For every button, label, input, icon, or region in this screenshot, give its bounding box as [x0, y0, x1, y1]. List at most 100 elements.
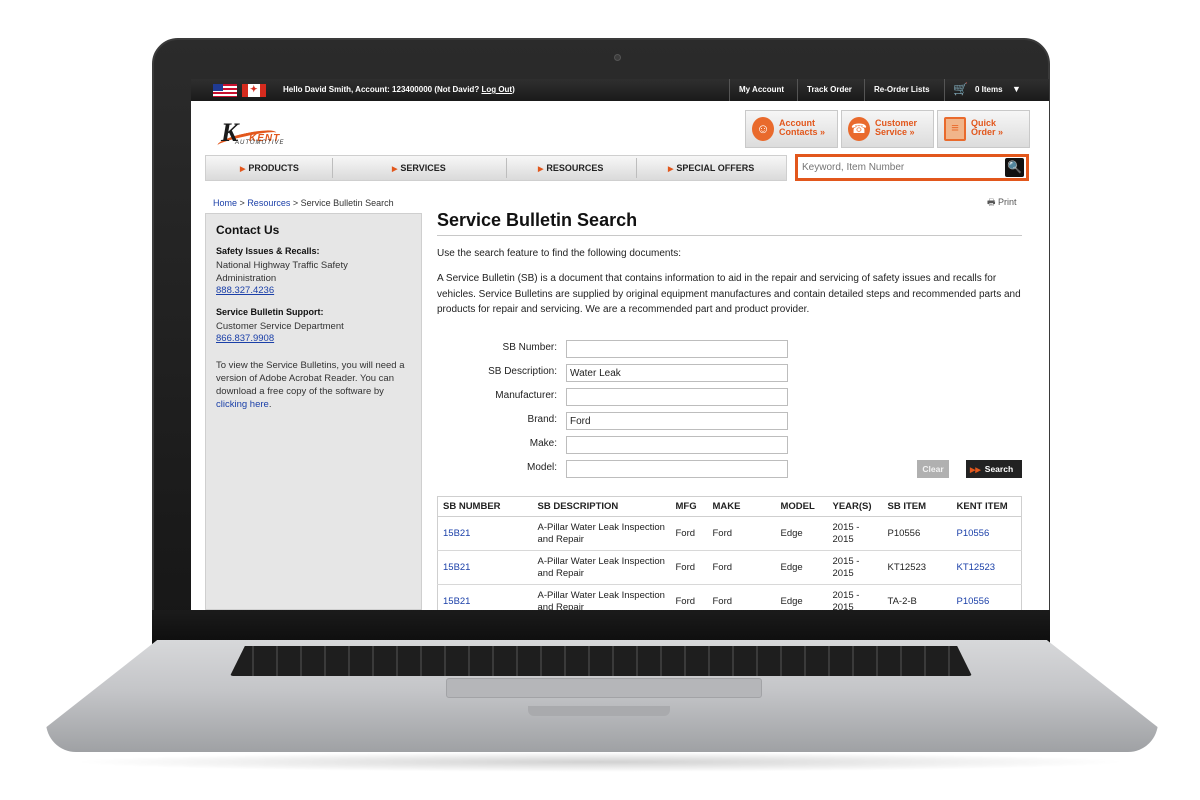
column-header[interactable]: KENT ITEM: [951, 496, 1022, 517]
column-header[interactable]: YEAR(S): [827, 496, 883, 517]
note-text: To view the Service Bulletins, you will …: [216, 360, 405, 397]
sb-description-cell: A-Pillar Water Leak Inspection and Repai…: [532, 584, 671, 610]
my-account-link[interactable]: My Account: [739, 85, 784, 94]
website-screen: Hello David Smith, Account: 123400000 (N…: [191, 79, 1049, 610]
manufacturer-field[interactable]: [566, 388, 788, 406]
print-button[interactable]: 🖶 Print: [987, 195, 1017, 211]
brand-field[interactable]: [566, 412, 788, 430]
divider: [636, 158, 637, 178]
download-link[interactable]: clicking here: [216, 399, 269, 410]
search-input[interactable]: [802, 160, 992, 175]
search-button-label: Search: [984, 464, 1014, 474]
cart-icon[interactable]: 🛒: [953, 82, 968, 96]
chevron-down-icon[interactable]: ▼: [1012, 84, 1021, 94]
breadcrumb-resources[interactable]: Resources: [247, 198, 290, 208]
column-header[interactable]: MFG: [670, 496, 708, 517]
account-contacts-button[interactable]: ☺ Account Contacts »: [745, 110, 838, 148]
table-header-row: SB NUMBER SB DESCRIPTION MFG MAKE MODEL …: [437, 496, 1022, 517]
divider: [864, 79, 865, 101]
sb-number-field[interactable]: [566, 340, 788, 358]
table-row: 15B21 A-Pillar Water Leak Inspection and…: [437, 584, 1022, 610]
manufacturer-label: Manufacturer:: [495, 390, 557, 401]
divider: [797, 79, 798, 101]
make-cell: Ford: [707, 550, 776, 585]
customer-service-button[interactable]: ☎ Customer Service »: [841, 110, 934, 148]
make-field[interactable]: [566, 436, 788, 454]
sb-description-cell: A-Pillar Water Leak Inspection and Repai…: [532, 550, 671, 585]
kent-item-link[interactable]: P10556: [951, 516, 1022, 551]
column-header[interactable]: SB ITEM: [882, 496, 952, 517]
label-line2: Contacts »: [779, 127, 826, 137]
nav-products[interactable]: ▶ PRODUCTS: [240, 163, 299, 173]
title-divider: [437, 235, 1022, 236]
phone-icon: ☎: [848, 117, 870, 141]
nav-label: SPECIAL OFFERS: [676, 163, 755, 173]
sb-item-cell: KT12523: [882, 550, 952, 585]
sb-number-link[interactable]: 15B21: [437, 584, 533, 610]
nav-services[interactable]: ▶ SERVICES: [392, 163, 446, 173]
make-label: Make:: [529, 438, 557, 449]
printer-icon: 🖶: [987, 197, 996, 207]
lid-notch: [528, 706, 670, 716]
mfg-cell: Ford: [670, 584, 708, 610]
logout-link[interactable]: Log Out: [481, 85, 512, 94]
greeting-text: Hello David Smith, Account: 123400000 (N…: [283, 85, 480, 94]
clear-button[interactable]: Clear: [917, 460, 949, 478]
safety-text: National Highway Traffic Safety Administ…: [216, 260, 348, 284]
divider: [332, 158, 333, 178]
button-label: Customer Service »: [875, 119, 917, 137]
kent-item-link[interactable]: P10556: [951, 584, 1022, 610]
button-label: Quick Order »: [971, 119, 1003, 137]
support-phone-link[interactable]: 866.837.9908: [216, 333, 274, 344]
cart-count[interactable]: 0 Items: [975, 85, 1003, 94]
breadcrumb-home[interactable]: Home: [213, 198, 237, 208]
page-title: Service Bulletin Search: [437, 210, 638, 230]
mfg-cell: Ford: [670, 550, 708, 585]
model-field[interactable]: [566, 460, 788, 478]
account-greeting: Hello David Smith, Account: 123400000 (N…: [283, 85, 515, 94]
sb-description-field[interactable]: [566, 364, 788, 382]
us-flag-icon[interactable]: [213, 84, 237, 97]
column-header[interactable]: MODEL: [775, 496, 828, 517]
acrobat-note: To view the Service Bulletins, you will …: [216, 359, 406, 411]
track-order-link[interactable]: Track Order: [807, 85, 852, 94]
nav-special-offers[interactable]: ▶ SPECIAL OFFERS: [668, 163, 754, 173]
quick-order-button[interactable]: ≡ Quick Order »: [937, 110, 1030, 148]
table-row: 15B21 A-Pillar Water Leak Inspection and…: [437, 550, 1022, 585]
logo-tagline: AUTOMOTIVE: [235, 140, 285, 146]
canada-flag-icon[interactable]: [242, 84, 266, 97]
top-bar: Hello David Smith, Account: 123400000 (N…: [191, 79, 1049, 101]
nav-label: RESOURCES: [546, 163, 604, 173]
arrow-right-icon: ▶: [538, 166, 544, 173]
sb-number-link[interactable]: 15B21: [437, 516, 533, 551]
sb-item-cell: P10556: [882, 516, 952, 551]
search-button[interactable]: ▶▶ Search: [966, 460, 1022, 478]
column-header[interactable]: MAKE: [707, 496, 776, 517]
sb-number-link[interactable]: 15B21: [437, 550, 533, 585]
nav-label: PRODUCTS: [248, 163, 299, 173]
sidebar-title: Contact Us: [216, 223, 280, 237]
make-cell: Ford: [707, 516, 776, 551]
kent-item-link[interactable]: KT12523: [951, 550, 1022, 585]
years-cell: 2015 - 2015: [827, 516, 883, 551]
model-cell: Edge: [775, 516, 828, 551]
mfg-cell: Ford: [670, 516, 708, 551]
arrow-right-icon: ▶: [668, 166, 674, 173]
model-cell: Edge: [775, 584, 828, 610]
trackpad: [446, 678, 762, 698]
arrow-right-icon: ▶: [392, 166, 398, 173]
breadcrumb-separator: >: [239, 198, 245, 208]
column-header[interactable]: SB DESCRIPTION: [532, 496, 671, 517]
sb-number-label: SB Number:: [502, 342, 557, 353]
user-icon: ☺: [752, 117, 774, 141]
divider: [506, 158, 507, 178]
nav-resources[interactable]: ▶ RESOURCES: [538, 163, 603, 173]
search-icon[interactable]: 🔍: [1005, 158, 1024, 177]
column-header[interactable]: SB NUMBER: [437, 496, 533, 517]
make-cell: Ford: [707, 584, 776, 610]
reorder-lists-link[interactable]: Re-Order Lists: [874, 85, 930, 94]
note-end: .: [268, 399, 272, 410]
safety-phone-link[interactable]: 888.327.4236: [216, 285, 274, 296]
table-row: 15B21 A-Pillar Water Leak Inspection and…: [437, 516, 1022, 551]
breadcrumb-current: Service Bulletin Search: [300, 198, 394, 208]
